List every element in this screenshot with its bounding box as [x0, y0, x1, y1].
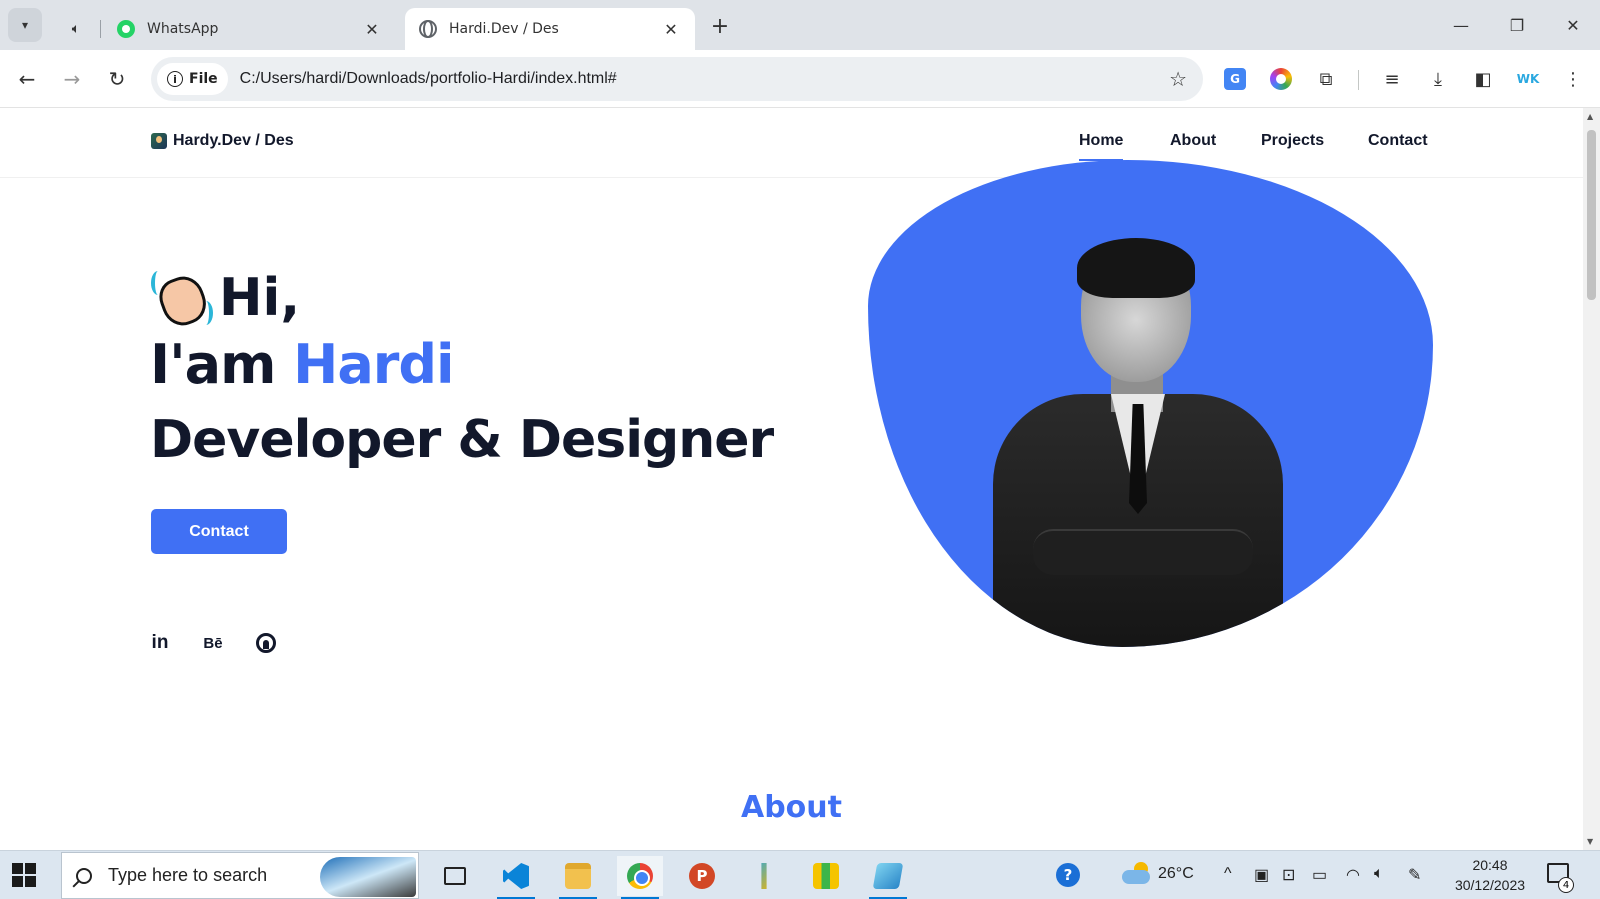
page-scrollbar[interactable]: ▲ ▼ — [1583, 108, 1600, 850]
hero-intro: I'am Hardi — [150, 333, 455, 396]
menu-icon[interactable]: ⋮ — [1559, 65, 1587, 93]
site-header: Hardy.Dev / Des Home About Projects Cont… — [0, 108, 1583, 178]
forward-button[interactable]: → — [57, 64, 87, 94]
taskbar-search[interactable]: Type here to search — [61, 852, 419, 899]
help-icon[interactable]: ? — [1056, 863, 1080, 887]
nav-about[interactable]: About — [1170, 132, 1216, 150]
intro-prefix: I'am — [150, 333, 294, 396]
notes-app-icon — [872, 863, 904, 889]
taskbar-app-tool[interactable] — [741, 856, 787, 896]
tab-whatsapp[interactable]: 🔈︎ WhatsApp ✕ — [56, 8, 396, 50]
browser-tab-strip: ▾ 🔈︎ WhatsApp ✕ Hardi.Dev / Des ✕ + — ❐ … — [0, 0, 1600, 50]
site-logo[interactable]: Hardy.Dev / Des — [151, 132, 294, 150]
wifi-icon[interactable]: ◠ — [1346, 865, 1360, 885]
restore-button[interactable]: ❐ — [1494, 10, 1540, 40]
close-icon[interactable]: ✕ — [659, 20, 683, 39]
nav-contact[interactable]: Contact — [1368, 132, 1428, 150]
scrollbar-thumb[interactable] — [1587, 130, 1596, 300]
extensions-puzzle-icon[interactable]: ⧉ — [1312, 65, 1340, 93]
tab-search-button[interactable]: ▾ — [8, 8, 42, 42]
github-icon[interactable] — [251, 628, 281, 658]
powerpoint-icon: P — [689, 863, 715, 889]
map-app-icon — [813, 863, 839, 889]
system-clock[interactable]: 20:48 30/12/2023 — [1442, 855, 1538, 895]
windows-start-icon[interactable] — [12, 863, 36, 887]
vscode-icon — [503, 863, 529, 889]
scroll-up-icon[interactable]: ▲ — [1587, 112, 1593, 121]
page-viewport: Hardy.Dev / Des Home About Projects Cont… — [0, 108, 1583, 850]
browser-toolbar: ← → ↻ i File C:/Users/hardi/Downloads/po… — [0, 50, 1600, 108]
task-view-button[interactable] — [432, 856, 478, 896]
tab-title: WhatsApp — [147, 21, 219, 37]
battery-icon[interactable]: ▭ — [1312, 865, 1327, 885]
taskbar-app-chrome[interactable] — [617, 856, 663, 899]
media-queue-icon[interactable]: ≡ — [1378, 65, 1406, 93]
taskbar: Type here to search P ? 26°C ^ ▣ ⊡ ▭ ◠ 🔈… — [0, 850, 1600, 899]
search-icon — [76, 867, 92, 884]
side-panel-icon[interactable]: ◧ — [1469, 65, 1497, 93]
reload-button[interactable]: ↻ — [102, 64, 132, 94]
linkedin-icon[interactable]: in — [145, 628, 175, 658]
close-window-button[interactable]: ✕ — [1550, 10, 1596, 40]
address-bar[interactable]: i File C:/Users/hardi/Downloads/portfoli… — [151, 57, 1203, 101]
site-info-chip[interactable]: i File — [157, 63, 228, 95]
logo-text: Hardy.Dev / Des — [173, 132, 294, 149]
hero-name: Hardi — [293, 333, 454, 396]
chevron-up-icon[interactable]: ^ — [1224, 865, 1232, 883]
portrait-photo — [993, 238, 1283, 647]
weather-icon[interactable] — [1122, 862, 1152, 884]
meet-now-icon[interactable]: ▣ — [1254, 865, 1269, 885]
nav-projects[interactable]: Projects — [1261, 132, 1324, 150]
chrome-icon — [627, 863, 653, 889]
google-translate-icon[interactable]: G — [1224, 68, 1246, 90]
folder-icon — [565, 863, 591, 889]
bookmark-star-icon[interactable]: ☆ — [1169, 67, 1187, 91]
globe-icon — [419, 20, 437, 38]
new-tab-button[interactable]: + — [706, 12, 734, 40]
back-button[interactable]: ← — [12, 64, 42, 94]
task-view-icon — [444, 867, 466, 885]
minimize-button[interactable]: — — [1438, 10, 1484, 40]
chevron-down-icon: ▾ — [21, 18, 29, 32]
tab-title: Hardi.Dev / Des — [449, 21, 559, 37]
color-picker-icon[interactable] — [1270, 68, 1292, 90]
hero-portrait-blob — [868, 160, 1433, 647]
pen-icon[interactable]: ✎ — [1408, 865, 1421, 885]
behance-icon[interactable]: Bē — [198, 628, 228, 658]
clock-date: 30/12/2023 — [1454, 877, 1526, 893]
tab-portfolio[interactable]: Hardi.Dev / Des ✕ — [405, 8, 695, 50]
download-icon[interactable]: ⤓ — [1424, 65, 1452, 93]
screen-icon[interactable]: ⊡ — [1282, 865, 1295, 885]
tab-divider — [100, 20, 101, 38]
url-text[interactable]: C:/Users/hardi/Downloads/portfolio-Hardi… — [240, 70, 617, 88]
taskbar-app-powerpoint[interactable]: P — [679, 856, 725, 896]
notification-badge: 4 — [1558, 877, 1574, 893]
close-icon[interactable]: ✕ — [360, 20, 384, 39]
taskbar-app-notes[interactable] — [865, 856, 911, 899]
clock-time: 20:48 — [1472, 857, 1508, 873]
hero-role: Developer & Designer — [150, 410, 774, 470]
volume-icon[interactable]: 🔈︎ — [1374, 865, 1384, 883]
wk-extension-icon[interactable]: WK — [1514, 65, 1542, 93]
section-title-about: About — [740, 790, 842, 825]
search-placeholder: Type here to search — [108, 865, 268, 885]
app-icon — [761, 863, 767, 889]
info-icon: i — [167, 71, 183, 87]
avatar — [151, 133, 167, 149]
weather-temperature[interactable]: 26°C — [1158, 865, 1194, 883]
taskbar-app-vscode[interactable] — [493, 856, 539, 899]
contact-button[interactable]: Contact — [151, 509, 287, 554]
taskbar-app-file-explorer[interactable] — [555, 856, 601, 899]
toolbar-divider — [1358, 70, 1359, 90]
speaker-icon[interactable]: 🔈︎ — [64, 21, 88, 37]
greeting-text: Hi, — [219, 268, 301, 328]
scroll-down-icon[interactable]: ▼ — [1587, 837, 1593, 846]
waving-hand-icon — [151, 267, 213, 332]
search-highlight-image — [320, 857, 416, 897]
whatsapp-icon — [117, 20, 135, 38]
hero-greeting: Hi, — [151, 263, 300, 333]
nav-home[interactable]: Home — [1079, 132, 1124, 161]
taskbar-app-maps[interactable] — [803, 856, 849, 896]
scheme-label: File — [189, 71, 218, 87]
